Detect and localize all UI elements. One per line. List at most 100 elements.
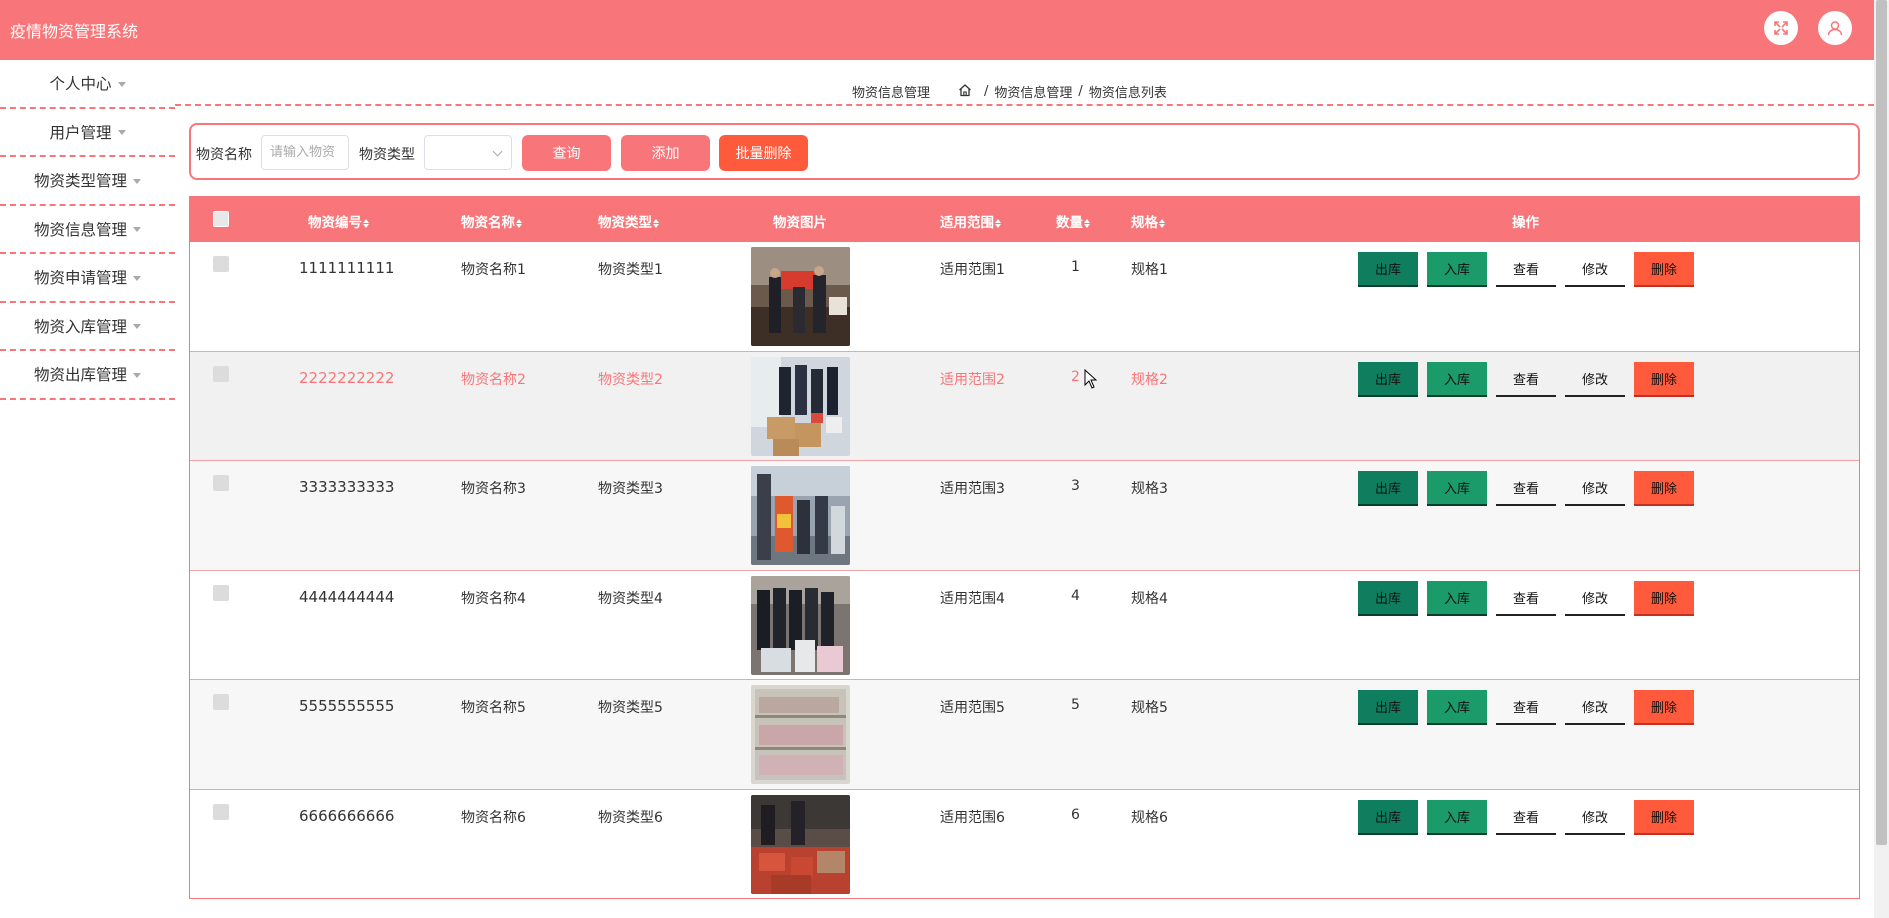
user-icon[interactable] [1818, 11, 1852, 45]
view-button[interactable]: 查看 [1496, 471, 1556, 506]
sort-icon[interactable] [995, 218, 1001, 228]
name-search-input[interactable]: 请输入物资 [261, 135, 349, 170]
cell-spec: 规格4 [1131, 590, 1168, 607]
sidebar-item-label: 物资信息管理 [33, 220, 127, 239]
table-row: 5555555555 物资名称5 物资类型5 适用范围5 5 规格5 出库 入库… [190, 680, 1859, 790]
scrollbar-thumb[interactable] [1876, 0, 1887, 845]
inbound-button[interactable]: 入库 [1427, 799, 1487, 835]
material-image[interactable] [751, 794, 850, 894]
cell-name: 物资名称4 [461, 590, 526, 607]
cell-scope: 适用范围4 [940, 590, 1005, 607]
outbound-button[interactable]: 出库 [1358, 580, 1418, 616]
cell-type: 物资类型5 [598, 700, 663, 716]
cell-code: 4444444444 [299, 587, 395, 606]
top-bar: 疫情物资管理系统 [0, 0, 1874, 60]
cell-code: 5555555555 [299, 697, 395, 715]
cell-code: 2222222222 [299, 368, 395, 387]
edit-button[interactable]: 修改 [1565, 252, 1625, 287]
material-image[interactable] [751, 466, 850, 565]
delete-button[interactable]: 删除 [1634, 471, 1694, 506]
sidebar-item-material-info-management[interactable]: 物资信息管理 [0, 206, 175, 254]
delete-button[interactable]: 删除 [1634, 690, 1694, 725]
cell-quantity: 4 [1071, 587, 1080, 604]
cell-scope: 适用范围1 [940, 262, 1005, 278]
row-checkbox[interactable] [213, 365, 229, 382]
sidebar-item-material-inbound-management[interactable]: 物资入库管理 [0, 303, 175, 351]
caret-down-icon [133, 324, 141, 330]
cell-name: 物资名称5 [461, 700, 526, 716]
fullscreen-icon[interactable] [1764, 11, 1798, 45]
table-row: 6666666666 物资名称6 物资类型6 适用范围6 6 规格6 出库 入库… [190, 790, 1859, 900]
inbound-button[interactable]: 入库 [1427, 580, 1487, 616]
inbound-button[interactable]: 入库 [1427, 471, 1487, 506]
inbound-button[interactable]: 入库 [1427, 690, 1487, 725]
column-header-code[interactable]: 物资编号 [308, 211, 369, 231]
cell-quantity: 2 [1071, 368, 1080, 385]
home-icon[interactable] [958, 83, 972, 101]
edit-button[interactable]: 修改 [1565, 800, 1625, 835]
sidebar-item-label: 用户管理 [49, 123, 112, 142]
breadcrumb-link[interactable]: 物资信息管理 [994, 82, 1072, 101]
sort-icon[interactable] [1084, 218, 1090, 228]
sidebar-item-material-outbound-management[interactable]: 物资出库管理 [0, 351, 175, 400]
material-image[interactable] [751, 356, 850, 456]
view-button[interactable]: 查看 [1496, 362, 1556, 397]
column-header-name[interactable]: 物资名称 [461, 211, 522, 231]
material-image[interactable] [751, 247, 850, 346]
column-header-quantity[interactable]: 数量 [1056, 211, 1090, 231]
edit-button[interactable]: 修改 [1565, 581, 1625, 616]
delete-button[interactable]: 删除 [1634, 252, 1694, 287]
sidebar-item-user-management[interactable]: 用户管理 [0, 109, 175, 157]
delete-button[interactable]: 删除 [1634, 580, 1694, 616]
row-checkbox[interactable] [213, 475, 229, 491]
cell-quantity: 3 [1071, 478, 1080, 494]
view-button[interactable]: 查看 [1496, 690, 1556, 725]
breadcrumb-current: 物资信息列表 [1088, 86, 1167, 101]
outbound-button[interactable]: 出库 [1358, 361, 1418, 397]
row-checkbox[interactable] [213, 694, 229, 710]
add-button[interactable]: 添加 [621, 135, 710, 171]
inbound-button[interactable]: 入库 [1427, 361, 1487, 397]
cell-name: 物资名称6 [461, 809, 526, 826]
cell-code: 6666666666 [299, 806, 395, 825]
view-button[interactable]: 查看 [1496, 252, 1556, 287]
sort-icon[interactable] [1159, 218, 1165, 228]
sidebar-item-label: 物资申请管理 [33, 269, 127, 288]
column-header-type[interactable]: 物资类型 [598, 211, 659, 231]
select-all-checkbox[interactable] [213, 211, 229, 227]
sidebar-item-material-type-management[interactable]: 物资类型管理 [0, 157, 175, 206]
sidebar-item-label: 物资入库管理 [33, 317, 127, 336]
row-checkbox[interactable] [213, 584, 229, 601]
sidebar-item-material-application-management[interactable]: 物资申请管理 [0, 254, 175, 303]
table-row: 4444444444 物资名称4 物资类型4 适用范围4 4 规格4 出库 入库… [190, 571, 1859, 680]
sort-icon[interactable] [516, 218, 522, 228]
view-button[interactable]: 查看 [1496, 581, 1556, 616]
delete-button[interactable]: 删除 [1634, 799, 1694, 835]
edit-button[interactable]: 修改 [1565, 690, 1625, 725]
view-button[interactable]: 查看 [1496, 800, 1556, 835]
batch-delete-button[interactable]: 批量删除 [719, 135, 808, 171]
caret-down-icon [133, 178, 141, 184]
column-header-scope[interactable]: 适用范围 [940, 211, 1001, 231]
inbound-button[interactable]: 入库 [1427, 252, 1487, 287]
outbound-button[interactable]: 出库 [1358, 471, 1418, 506]
outbound-button[interactable]: 出库 [1358, 799, 1418, 835]
outbound-button[interactable]: 出库 [1358, 690, 1418, 725]
edit-button[interactable]: 修改 [1565, 362, 1625, 397]
row-checkbox[interactable] [213, 803, 229, 820]
sort-icon[interactable] [363, 218, 369, 228]
type-select[interactable] [424, 135, 512, 170]
cell-type: 物资类型3 [598, 481, 663, 497]
material-image[interactable] [751, 575, 850, 675]
sidebar-item-personal-center[interactable]: 个人中心 [0, 60, 175, 109]
sort-icon[interactable] [653, 218, 659, 228]
vertical-scrollbar[interactable] [1874, 0, 1889, 918]
delete-button[interactable]: 删除 [1634, 361, 1694, 397]
outbound-button[interactable]: 出库 [1358, 252, 1418, 287]
table-row: 3333333333 物资名称3 物资类型3 适用范围3 3 规格3 出库 入库… [190, 461, 1859, 571]
edit-button[interactable]: 修改 [1565, 471, 1625, 506]
query-button[interactable]: 查询 [522, 135, 611, 171]
row-checkbox[interactable] [213, 256, 229, 272]
column-header-spec[interactable]: 规格 [1131, 211, 1165, 231]
material-image[interactable] [751, 685, 850, 784]
